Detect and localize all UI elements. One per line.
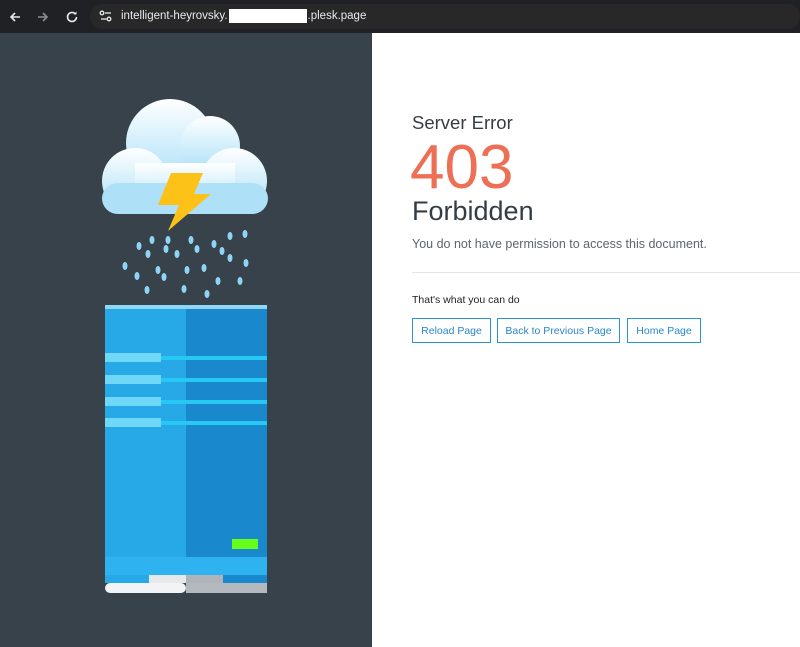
browser-toolbar: intelligent-heyrovsky. .plesk.page bbox=[0, 0, 800, 33]
forward-button[interactable] bbox=[32, 6, 54, 28]
reload-icon bbox=[66, 11, 78, 23]
actions-heading: That's what you can do bbox=[412, 294, 520, 306]
forward-arrow-icon bbox=[38, 12, 49, 22]
reload-button[interactable] bbox=[61, 6, 83, 28]
error-title: Forbidden bbox=[412, 196, 534, 226]
error-description: You do not have permission to access thi… bbox=[412, 237, 707, 251]
error-code: 403 bbox=[410, 133, 514, 202]
site-settings-icon[interactable] bbox=[98, 8, 114, 24]
back-button[interactable] bbox=[4, 6, 26, 28]
back-arrow-icon bbox=[9, 12, 20, 22]
raindrops bbox=[122, 230, 249, 298]
url-text[interactable]: intelligent-heyrovsky. .plesk.page bbox=[121, 9, 366, 23]
illustration-panel bbox=[0, 33, 372, 647]
error-content: Server Error 403 Forbidden You do not ha… bbox=[372, 33, 800, 647]
server-icon bbox=[105, 305, 267, 593]
home-page-button[interactable]: Home Page bbox=[627, 318, 701, 343]
back-to-previous-page-button[interactable]: Back to Previous Page bbox=[497, 318, 620, 343]
url-redaction bbox=[228, 9, 307, 23]
url-suffix: .plesk.page bbox=[307, 10, 367, 22]
url-prefix: intelligent-heyrovsky. bbox=[121, 10, 228, 22]
divider bbox=[412, 272, 800, 273]
server-storm-illustration bbox=[102, 99, 268, 593]
reload-page-button[interactable]: Reload Page bbox=[412, 318, 491, 343]
